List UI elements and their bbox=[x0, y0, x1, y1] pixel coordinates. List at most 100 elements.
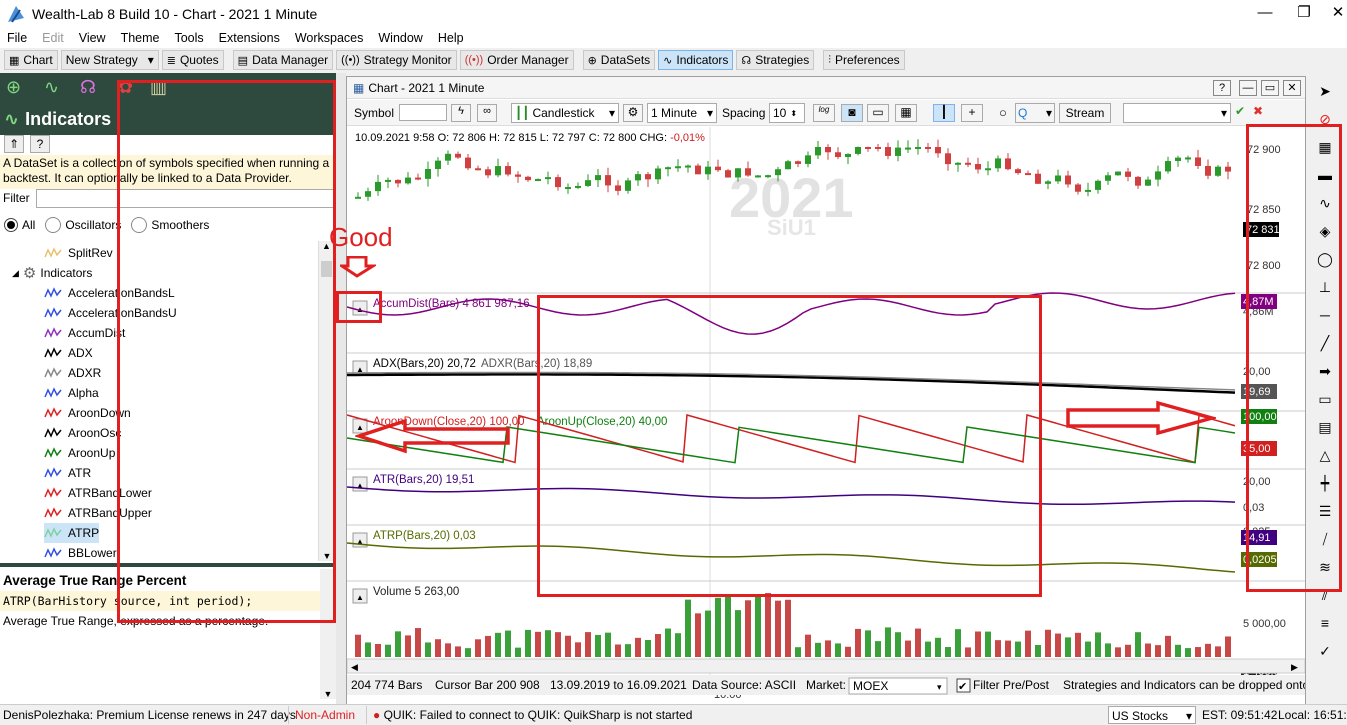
order-manager-button[interactable]: ((•)) Order Manager bbox=[459, 50, 574, 70]
radio-smoothers[interactable] bbox=[131, 217, 148, 233]
menu-extensions[interactable]: Extensions bbox=[212, 31, 288, 45]
quik-dropdown[interactable]: Q ▾ bbox=[1015, 103, 1055, 123]
radio-all[interactable] bbox=[4, 218, 18, 232]
grid-icon[interactable]: ▦ bbox=[1312, 136, 1338, 158]
interval-dropdown[interactable]: 1 Minute ▾ bbox=[647, 103, 717, 123]
new-strategy-dropdown[interactable]: New Strategy ▾ bbox=[60, 50, 159, 70]
trend-line-icon[interactable]: ╱ bbox=[1312, 332, 1338, 354]
help-button[interactable]: ? bbox=[30, 135, 50, 153]
spacing-spinner[interactable]: 10 ⬍ bbox=[769, 103, 805, 123]
chart-minimize-button[interactable]: — bbox=[1239, 80, 1257, 96]
expand-icon[interactable]: ◢ bbox=[12, 268, 19, 279]
diamond-icon[interactable]: ◈ bbox=[1312, 220, 1338, 242]
signal-tab-icon[interactable]: ✿ bbox=[118, 77, 133, 98]
strategies-button[interactable]: ☊ Strategies bbox=[736, 50, 815, 70]
indicators-button[interactable]: ∿ Indicators bbox=[658, 50, 734, 70]
log-scale-icon[interactable]: log bbox=[813, 104, 835, 122]
quotes-button[interactable]: ≣ Quotes bbox=[161, 50, 224, 70]
x-icon[interactable]: ✖ bbox=[1253, 104, 1263, 118]
camera-icon[interactable]: ◙ bbox=[841, 104, 863, 122]
symbol-input[interactable] bbox=[399, 104, 447, 121]
menu-view[interactable]: View bbox=[72, 31, 114, 45]
chart-scrollbar[interactable] bbox=[347, 658, 1305, 674]
wave-tab-icon[interactable]: ∿ bbox=[44, 77, 59, 98]
tree-item[interactable]: AccumDist bbox=[44, 323, 125, 343]
strategy-dropdown[interactable]: ▾ bbox=[1123, 103, 1231, 123]
data-manager-button[interactable]: ▤ Data Manager bbox=[232, 50, 334, 70]
tree-item[interactable]: BBLower bbox=[44, 543, 117, 561]
check-icon[interactable]: ✔ bbox=[1235, 104, 1245, 118]
menu-window[interactable]: Window bbox=[371, 31, 430, 45]
tree-item[interactable]: AroonDown bbox=[44, 403, 131, 423]
tree-item[interactable]: ADXR bbox=[44, 363, 101, 383]
strategy-monitor-button[interactable]: ((•)) Strategy Monitor bbox=[336, 50, 457, 70]
minimize-button[interactable]: — bbox=[1253, 3, 1277, 23]
note-icon[interactable]: ▤ bbox=[1312, 416, 1338, 438]
calendar-icon[interactable]: ▬ bbox=[1312, 164, 1338, 186]
help-scrollbar[interactable]: ▼ bbox=[320, 569, 336, 699]
splitter[interactable] bbox=[336, 73, 346, 705]
globe-tab-icon[interactable]: ⊕ bbox=[6, 77, 21, 98]
scroll-down-icon[interactable]: ▼ bbox=[319, 551, 335, 561]
right-arrow-icon[interactable]: ➡ bbox=[1312, 360, 1338, 382]
rectangle-icon[interactable]: ▭ bbox=[1312, 388, 1338, 410]
chart-button[interactable]: ▦ Chart bbox=[4, 50, 58, 70]
preferences-button[interactable]: ⫶ Preferences bbox=[823, 50, 905, 70]
market-select[interactable]: US Stocks ▾ bbox=[1108, 706, 1196, 724]
tree-item[interactable]: AroonOsc bbox=[44, 423, 121, 443]
menu-tools[interactable]: Tools bbox=[167, 31, 211, 45]
tree-scrollbar[interactable]: ▲ ▼ bbox=[318, 241, 334, 561]
chart-maximize-button[interactable]: ▭ bbox=[1261, 80, 1279, 96]
calendar-icon[interactable]: ▦ bbox=[895, 104, 917, 122]
vertical-line-icon[interactable]: ⊥ bbox=[1312, 276, 1338, 298]
circle-icon[interactable]: ○ bbox=[999, 105, 1007, 120]
tree-item[interactable]: ATRP bbox=[44, 523, 100, 543]
link-icon[interactable]: ∞ bbox=[477, 104, 497, 122]
menu-workspaces[interactable]: Workspaces bbox=[288, 31, 372, 45]
tree-item[interactable]: ATRBandLower bbox=[44, 483, 152, 503]
brain-tab-icon[interactable]: ☊ bbox=[80, 77, 96, 98]
menu-edit[interactable]: Edit bbox=[35, 31, 72, 45]
chart-close-button[interactable]: ✕ bbox=[1283, 80, 1301, 96]
tree-item[interactable]: ◢ ⚙ Indicators bbox=[12, 263, 92, 283]
cursor-line-icon[interactable]: ┃ bbox=[933, 104, 955, 122]
collapse-all-button[interactable]: ⇑ bbox=[4, 135, 24, 153]
scroll-thumb[interactable] bbox=[321, 261, 332, 277]
tree-item[interactable]: ATR bbox=[44, 463, 91, 483]
tree-item[interactable]: AccelerationBandsL bbox=[44, 283, 175, 303]
dot-line-icon[interactable]: ┿ bbox=[1312, 472, 1338, 494]
tree-item[interactable]: Alpha bbox=[44, 383, 99, 403]
menu-help[interactable]: Help bbox=[431, 31, 472, 45]
horizontal-line-icon[interactable]: ─ bbox=[1312, 304, 1338, 326]
tree-item[interactable]: ATRBandUpper bbox=[44, 503, 152, 523]
menu-theme[interactable]: Theme bbox=[114, 31, 168, 45]
menu-file[interactable]: File bbox=[0, 31, 35, 45]
stream-button[interactable]: Stream bbox=[1059, 103, 1111, 123]
tree-item[interactable]: AccelerationBandsU bbox=[44, 303, 177, 323]
gear-icon[interactable]: ⚙ bbox=[623, 104, 643, 122]
arrow-cursor-icon[interactable]: ➤ bbox=[1312, 80, 1338, 102]
tree-item[interactable]: SplitRev bbox=[44, 243, 113, 263]
check-list-icon[interactable]: ✓ bbox=[1312, 640, 1338, 662]
library-tab-icon[interactable]: ▥ bbox=[150, 77, 167, 98]
tree-item[interactable]: ADX bbox=[44, 343, 93, 363]
chart-type-dropdown[interactable]: ┃┃ Candlestick ▾ bbox=[511, 103, 619, 123]
crosshair-icon[interactable]: + bbox=[961, 104, 983, 122]
triangle-icon[interactable]: △ bbox=[1312, 444, 1338, 466]
window-icon[interactable]: ▭ bbox=[867, 104, 889, 122]
close-window-button[interactable]: ✕ bbox=[1326, 3, 1347, 23]
fan-icon[interactable]: ≋ bbox=[1312, 556, 1338, 578]
filter-input[interactable] bbox=[36, 189, 334, 208]
radio-oscillators[interactable] bbox=[45, 217, 62, 233]
tree-item[interactable]: AroonUp bbox=[44, 443, 115, 463]
chart-help-button[interactable]: ? bbox=[1213, 80, 1231, 96]
fib-icon[interactable]: ≡ bbox=[1312, 612, 1338, 634]
bars-icon[interactable]: ☰ bbox=[1312, 500, 1338, 522]
datasets-button[interactable]: ⊕ DataSets bbox=[582, 50, 656, 70]
ellipse-icon[interactable]: ◯ bbox=[1312, 248, 1338, 270]
channel-icon[interactable]: ⧸ bbox=[1312, 528, 1338, 550]
curve-icon[interactable]: ∿ bbox=[1312, 192, 1338, 214]
lightning-icon[interactable]: ϟ bbox=[451, 104, 471, 122]
spinner-arrows-icon[interactable]: ⬍ bbox=[790, 109, 797, 118]
gann-icon[interactable]: ⫽ bbox=[1312, 584, 1338, 606]
